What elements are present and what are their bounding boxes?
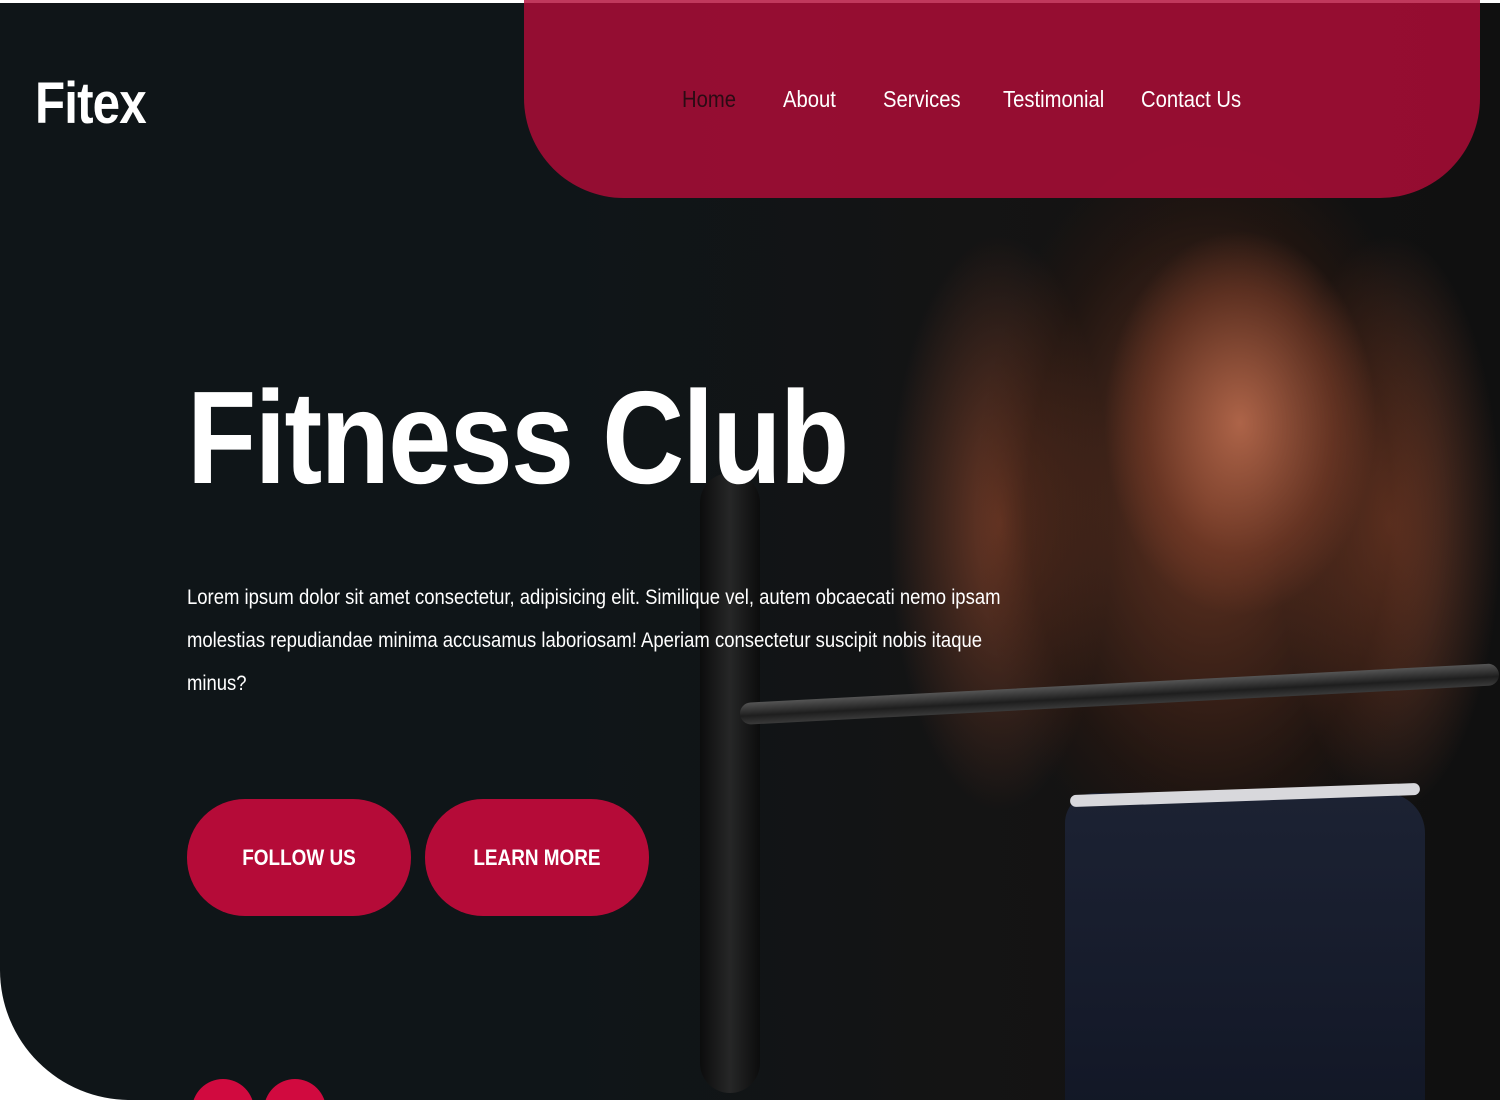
hero-title: Fitness Club — [187, 364, 849, 511]
nav-panel — [524, 0, 1480, 198]
barbell-plate-image — [700, 473, 760, 1093]
hero-description: Lorem ipsum dolor sit amet consectetur, … — [187, 586, 1001, 695]
nav-item-testimonial[interactable]: Testimonial — [1003, 86, 1104, 113]
decorative-dot — [192, 1079, 254, 1100]
follow-us-button[interactable]: FOLLOW US — [187, 799, 411, 916]
brand-logo[interactable]: Fitex — [35, 70, 147, 137]
follow-us-label: FOLLOW US — [242, 844, 356, 870]
nav-item-about[interactable]: About — [783, 86, 836, 113]
nav-item-services[interactable]: Services — [883, 86, 961, 113]
decorative-dot — [264, 1079, 326, 1100]
learn-more-label: LEARN MORE — [473, 844, 601, 870]
athlete-shorts-image — [1065, 793, 1425, 1100]
nav-item-contact-us[interactable]: Contact Us — [1141, 86, 1241, 113]
learn-more-button[interactable]: LEARN MORE — [425, 799, 649, 916]
nav-item-home[interactable]: Home — [682, 86, 736, 113]
